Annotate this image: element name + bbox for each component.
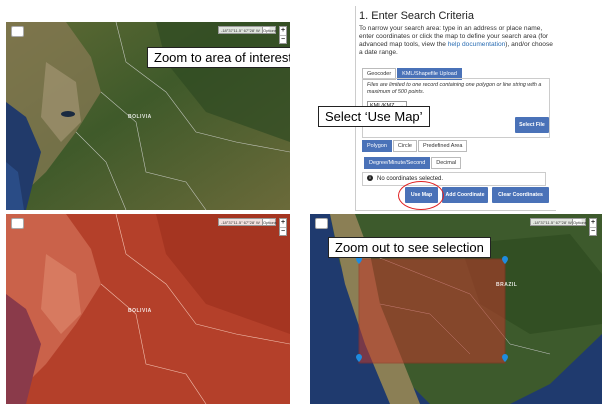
basemap-logo-icon[interactable] bbox=[11, 218, 24, 229]
country-label: BRAZIL bbox=[496, 282, 518, 288]
country-label: BOLIVIA bbox=[128, 114, 152, 120]
tab-predefined-area[interactable]: Predefined Area bbox=[417, 140, 468, 152]
basemap-logo-icon[interactable] bbox=[315, 218, 328, 229]
zoom-out-button[interactable]: − bbox=[280, 227, 286, 235]
zoom-out-button[interactable]: − bbox=[280, 35, 286, 43]
zoom-out-map-panel[interactable]: -18°37'11.5" 67°28' W Options + − BRAZIL… bbox=[310, 214, 602, 404]
options-button[interactable]: Options bbox=[572, 218, 587, 226]
tab-polygon[interactable]: Polygon bbox=[362, 140, 392, 152]
coordinates-status: i No coordinates selected. bbox=[362, 172, 546, 186]
options-button[interactable]: Options bbox=[262, 218, 277, 226]
clear-coordinates-button[interactable]: Clear Coordinates bbox=[492, 187, 549, 203]
zoom-out-button[interactable]: − bbox=[590, 227, 596, 235]
shape-tabs: Polygon Circle Predefined Area bbox=[362, 140, 468, 152]
country-label: BOLIVIA bbox=[128, 308, 152, 314]
callout-zoom-in: Zoom to area of interest bbox=[147, 47, 290, 68]
tab-degree-minute-second[interactable]: Degree/Minute/Second bbox=[364, 157, 431, 169]
zoom-in-button[interactable]: + bbox=[590, 219, 596, 227]
selection-map-panel[interactable]: -18°37'11.5" 67°28' W Options + − BOLIVI… bbox=[6, 214, 290, 404]
upload-note: Files are limited to one record containi… bbox=[367, 82, 542, 95]
tab-circle[interactable]: Circle bbox=[392, 140, 417, 152]
info-icon: i bbox=[367, 175, 373, 182]
zoom-in-map-panel[interactable]: -18°37'11.5" 67°28' W Options + − BOLIVI… bbox=[6, 22, 290, 210]
tab-decimal[interactable]: Decimal bbox=[431, 157, 462, 169]
zoom-control[interactable]: + − bbox=[279, 26, 287, 44]
callout-zoom-out: Zoom out to see selection bbox=[328, 237, 491, 258]
use-map-highlight-ring bbox=[398, 181, 444, 210]
help-documentation-link[interactable]: help documentation bbox=[448, 41, 506, 48]
section-title: 1. Enter Search Criteria bbox=[359, 10, 474, 22]
basemap-logo-icon[interactable] bbox=[11, 26, 24, 37]
zoom-control[interactable]: + − bbox=[589, 218, 597, 236]
callout-use-map: Select ‘Use Map’ bbox=[318, 106, 430, 127]
zoom-in-button[interactable]: + bbox=[280, 27, 286, 35]
search-description: To narrow your search area: type in an a… bbox=[359, 25, 553, 56]
zoom-in-button[interactable]: + bbox=[280, 219, 286, 227]
options-button[interactable]: Options bbox=[262, 26, 277, 34]
add-coordinate-button[interactable]: Add Coordinate bbox=[442, 187, 488, 203]
zoom-control[interactable]: + − bbox=[279, 218, 287, 236]
format-tabs: Degree/Minute/Second Decimal bbox=[364, 157, 462, 169]
selection-rectangle bbox=[358, 258, 506, 364]
select-file-button[interactable]: Select File bbox=[515, 117, 549, 133]
